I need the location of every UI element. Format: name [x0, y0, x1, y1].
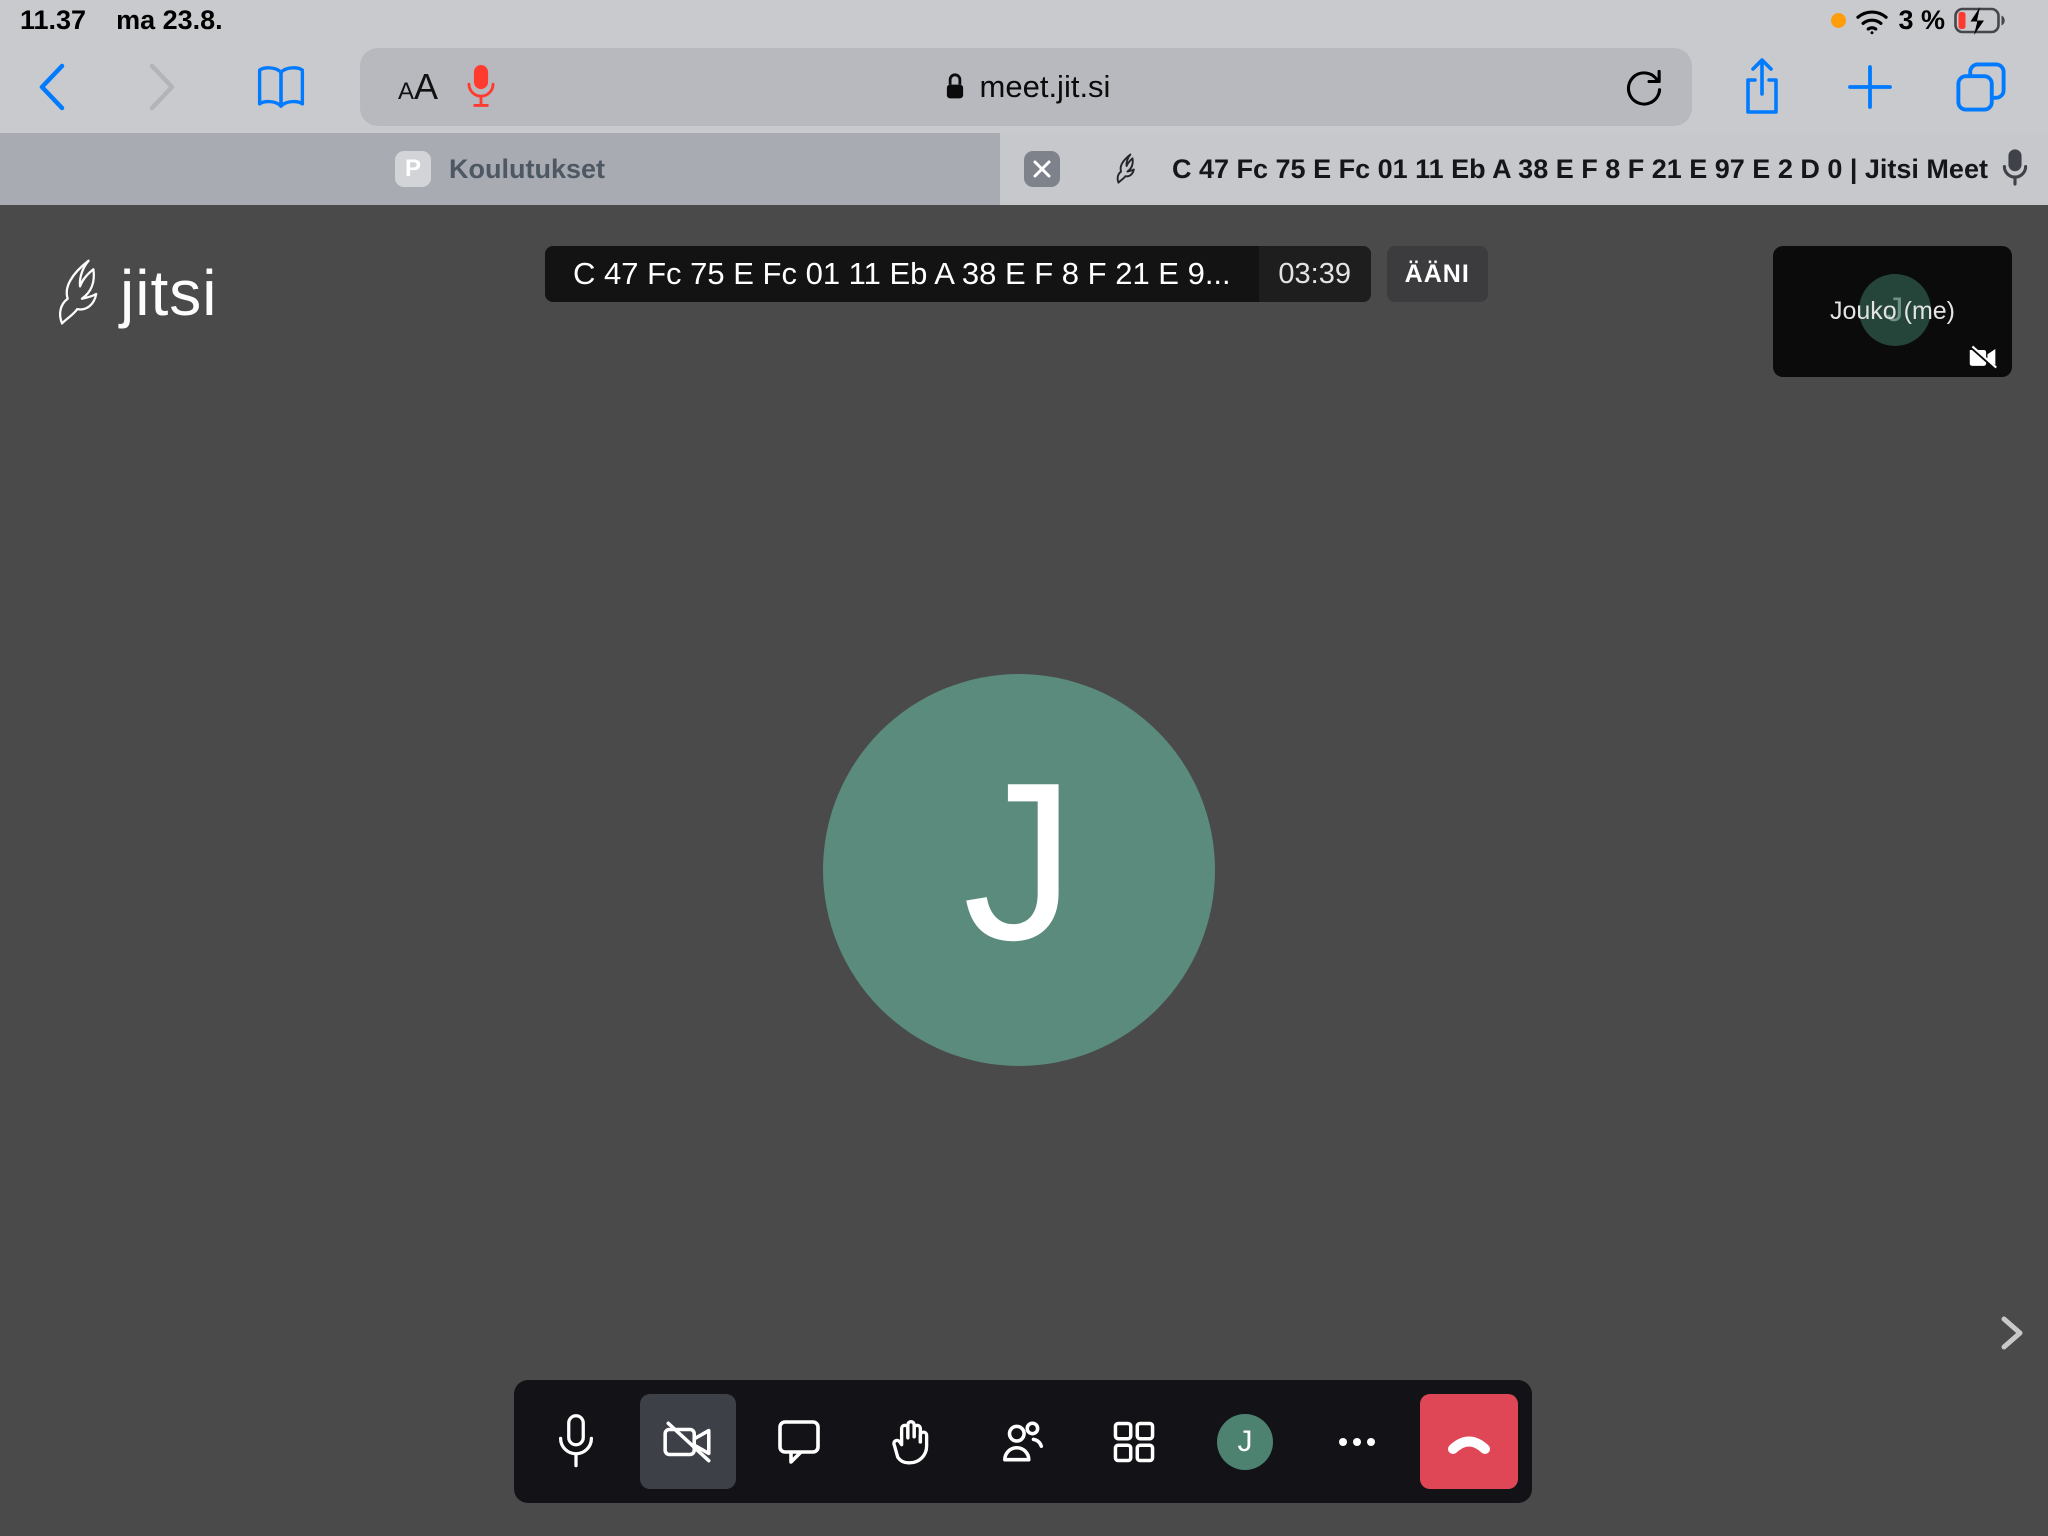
- participant-avatar: J: [823, 674, 1215, 1066]
- share-button[interactable]: [1732, 40, 1792, 133]
- close-tab-button[interactable]: [1024, 151, 1060, 187]
- control-bar: J: [514, 1380, 1532, 1503]
- meeting-subject: C 47 Fc 75 E Fc 01 11 Eb A 38 E F 8 F 21…: [545, 246, 1259, 302]
- browser-chrome: 11.37 ma 23.8. 3 %: [0, 0, 2048, 133]
- self-view-thumbnail[interactable]: J Jouko (me): [1773, 246, 2012, 377]
- tab-favicon-p: P: [395, 151, 431, 187]
- reload-button[interactable]: [1614, 48, 1674, 126]
- jitsi-favicon-icon: [1114, 152, 1140, 186]
- profile-initial: J: [1238, 1425, 1253, 1459]
- tabs-button[interactable]: [1950, 40, 2012, 133]
- forward-button[interactable]: [140, 40, 184, 133]
- wifi-icon: [1855, 6, 1889, 36]
- battery-charging-icon: [1954, 6, 2008, 36]
- participants-button[interactable]: [974, 1394, 1070, 1489]
- jitsi-logo: jitsi: [52, 255, 217, 331]
- date: ma 23.8.: [116, 5, 223, 36]
- browser-toolbar: AA meet.jit.si: [0, 40, 2048, 133]
- hangup-button[interactable]: [1420, 1394, 1518, 1489]
- participant-initial: J: [963, 749, 1076, 992]
- camera-off-icon: [1968, 345, 1998, 369]
- status-bar: 11.37 ma 23.8. 3 %: [0, 0, 2048, 40]
- profile-avatar-button[interactable]: J: [1197, 1394, 1293, 1489]
- new-tab-button[interactable]: [1842, 40, 1898, 133]
- jitsi-leaf-icon: [52, 255, 110, 331]
- audio-only-button[interactable]: ÄÄNI: [1387, 246, 1488, 302]
- url-field[interactable]: AA meet.jit.si: [360, 48, 1692, 126]
- battery-percent: 3 %: [1898, 5, 1945, 36]
- tab-title: C 47 Fc 75 E Fc 01 11 Eb A 38 E F 8 F 21…: [1172, 154, 1988, 185]
- meeting-stage: jitsi C 47 Fc 75 E Fc 01 11 Eb A 38 E F …: [0, 205, 2048, 1536]
- clock: 11.37: [20, 5, 86, 36]
- mic-in-use-indicator-icon: [1831, 13, 1846, 28]
- profile-avatar: J: [1217, 1414, 1273, 1470]
- back-button[interactable]: [30, 40, 74, 133]
- meeting-timer: 03:39: [1259, 246, 1371, 302]
- jitsi-brand-text: jitsi: [120, 256, 217, 330]
- tab-jitsi-meet[interactable]: C 47 Fc 75 E Fc 01 11 Eb A 38 E F 8 F 21…: [1000, 133, 2048, 205]
- camera-toggle-button[interactable]: [640, 1394, 736, 1489]
- meeting-header: C 47 Fc 75 E Fc 01 11 Eb A 38 E F 8 F 21…: [545, 246, 1488, 302]
- tab-bar: P Koulutukset C 47 Fc 75 E Fc 01 11 Eb A…: [0, 133, 2048, 205]
- lock-icon: [942, 70, 968, 104]
- tab-koulutukset[interactable]: P Koulutukset: [0, 133, 1000, 205]
- tab-mic-icon: [2000, 133, 2030, 205]
- meeting-subject-pill: C 47 Fc 75 E Fc 01 11 Eb A 38 E F 8 F 21…: [545, 246, 1371, 302]
- tab-title: Koulutukset: [449, 154, 605, 185]
- tile-view-button[interactable]: [1086, 1394, 1182, 1489]
- mute-mic-button[interactable]: [528, 1394, 624, 1489]
- more-options-button[interactable]: [1309, 1394, 1405, 1489]
- raise-hand-button[interactable]: [863, 1394, 959, 1489]
- filmstrip-toggle[interactable]: [1994, 1311, 2030, 1355]
- bookmarks-button[interactable]: [252, 40, 310, 133]
- chat-button[interactable]: [751, 1394, 847, 1489]
- url-text: meet.jit.si: [980, 69, 1111, 105]
